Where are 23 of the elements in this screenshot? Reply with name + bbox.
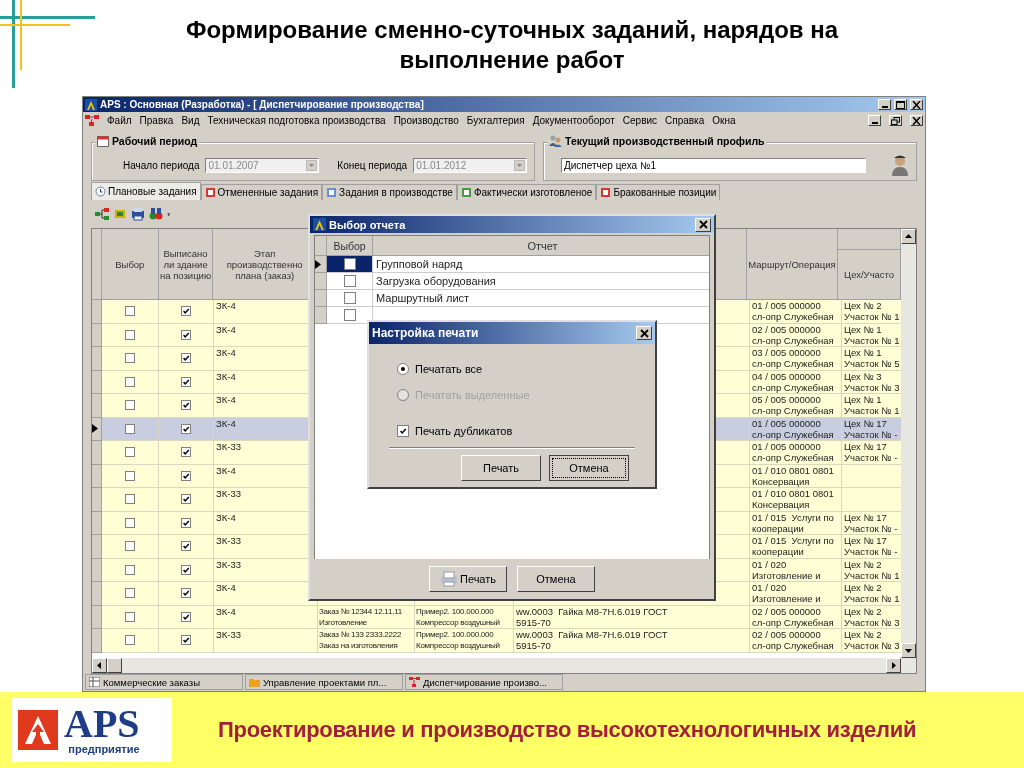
field-label: Начало периода <box>123 159 200 171</box>
table-cell: 03 / 005 000000 сл-опр Служебная <box>750 347 842 371</box>
field-label: Конец периода <box>337 159 408 171</box>
table-cell: 01 / 020 Изготовление и <box>750 582 842 606</box>
table-cell: 01 / 005 000000 сл-опр Служебная <box>750 300 842 324</box>
table-cell: 01 / 015 Услуги по кооперации <box>750 535 842 559</box>
slide-title: Формирование сменно-суточных заданий, нарядов на выполнение работ <box>185 15 839 75</box>
slogan: Проектирование и производство высокотехнологичных изделий <box>218 717 917 743</box>
table-cell: ww.0003 Гайка М8-7Н.6.019 ГОСТ 5915-70 <box>514 629 750 653</box>
dialog-title: Настройка печати <box>372 326 480 340</box>
group-title: Текущий производственный профиль <box>565 135 765 147</box>
window-title: APS : Основная (Разработка) - [ Диспетчирование производства] <box>100 99 425 110</box>
table-cell: 02 / 005 000000 сл-опр Служебная <box>750 629 842 653</box>
dialog-title: Выбор отчета <box>329 218 407 231</box>
table-cell: 01 / 005 000000 сл-опр Служебная <box>750 441 842 465</box>
table-cell: Пример2. 100.000.000 Компрессор воздушный <box>415 629 514 653</box>
group-title: Рабочий период <box>112 135 198 147</box>
brand-name: APS <box>64 705 140 743</box>
brand-subtitle: предприятие <box>68 743 140 755</box>
table-cell: Заказ № 133 2333.2222 Заказ на изготовления <box>318 629 415 653</box>
table-cell: 05 / 005 000000 сл-опр Служебная <box>750 394 842 418</box>
table-cell: ЗК-33 <box>214 629 318 653</box>
table-cell: 01 / 010 0801 0801 Консервация <box>750 488 842 512</box>
